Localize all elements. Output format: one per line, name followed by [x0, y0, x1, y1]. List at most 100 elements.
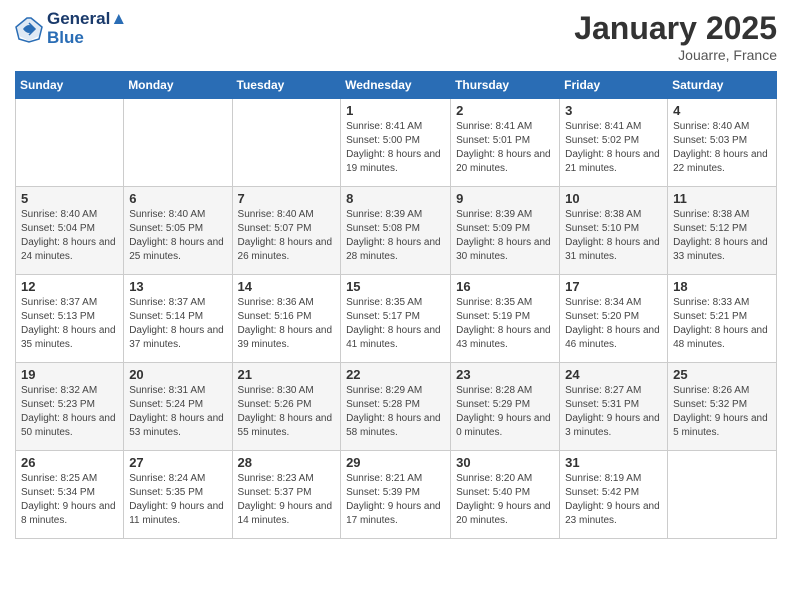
weekday-header-row: SundayMondayTuesdayWednesdayThursdayFrid… [16, 72, 777, 99]
calendar-cell: 6 Sunrise: 8:40 AM Sunset: 5:05 PM Daylig… [124, 187, 232, 275]
day-number: 29 [346, 455, 445, 470]
calendar-container: General▲ Blue January 2025 Jouarre, Fran… [0, 0, 792, 549]
day-number: 4 [673, 103, 771, 118]
calendar-cell: 8 Sunrise: 8:39 AM Sunset: 5:08 PM Daylig… [341, 187, 451, 275]
day-number: 7 [238, 191, 336, 206]
day-info: Sunrise: 8:24 AM Sunset: 5:35 PM Dayligh… [129, 472, 226, 528]
calendar-cell: 25 Sunrise: 8:26 AM Sunset: 5:32 PM Dayli… [668, 363, 777, 451]
day-number: 10 [565, 191, 662, 206]
day-number: 17 [565, 279, 662, 294]
day-info: Sunrise: 8:26 AM Sunset: 5:32 PM Dayligh… [673, 384, 771, 440]
calendar-cell: 17 Sunrise: 8:34 AM Sunset: 5:20 PM Dayli… [560, 275, 668, 363]
calendar-cell: 14 Sunrise: 8:36 AM Sunset: 5:16 PM Dayli… [232, 275, 341, 363]
calendar-cell [668, 451, 777, 539]
calendar-cell: 13Sunrise: 8:37 AM Sunset: 5:14 PM Dayli… [124, 275, 232, 363]
calendar-cell: 15 Sunrise: 8:35 AM Sunset: 5:17 PM Dayli… [341, 275, 451, 363]
calendar-week-row: 5Sunrise: 8:40 AM Sunset: 5:04 PM Daylig… [16, 187, 777, 275]
calendar-cell [16, 99, 124, 187]
day-info: Sunrise: 8:39 AM Sunset: 5:09 PM Dayligh… [456, 208, 554, 264]
calendar-cell: 1 Sunrise: 8:41 AM Sunset: 5:00 PM Daylig… [341, 99, 451, 187]
day-info: Sunrise: 8:28 AM Sunset: 5:29 PM Dayligh… [456, 384, 554, 440]
day-number: 28 [238, 455, 336, 470]
day-number: 15 [346, 279, 445, 294]
calendar-cell [124, 99, 232, 187]
day-info: Sunrise: 8:38 AM Sunset: 5:10 PM Dayligh… [565, 208, 662, 264]
calendar-cell: 21 Sunrise: 8:30 AM Sunset: 5:26 PM Dayli… [232, 363, 341, 451]
calendar-week-row: 19 Sunrise: 8:32 AM Sunset: 5:23 PM Dayli… [16, 363, 777, 451]
day-number: 12 [21, 279, 118, 294]
day-number: 2 [456, 103, 554, 118]
weekday-header: Thursday [451, 72, 560, 99]
calendar-week-row: 12 Sunrise: 8:37 AM Sunset: 5:13 PM Dayli… [16, 275, 777, 363]
day-number: 27 [129, 455, 226, 470]
logo-text: General▲ Blue [47, 10, 127, 47]
day-info: Sunrise: 8:20 AM Sunset: 5:40 PM Dayligh… [456, 472, 554, 528]
calendar-cell: 11 Sunrise: 8:38 AM Sunset: 5:12 PM Dayli… [668, 187, 777, 275]
day-info: Sunrise: 8:36 AM Sunset: 5:16 PM Dayligh… [238, 296, 336, 352]
calendar-cell: 22Sunrise: 8:29 AM Sunset: 5:28 PM Dayli… [341, 363, 451, 451]
day-info: Sunrise: 8:32 AM Sunset: 5:23 PM Dayligh… [21, 384, 118, 440]
calendar-week-row: 1 Sunrise: 8:41 AM Sunset: 5:00 PM Daylig… [16, 99, 777, 187]
day-info: Sunrise: 8:19 AM Sunset: 5:42 PM Dayligh… [565, 472, 662, 528]
calendar-cell: 12 Sunrise: 8:37 AM Sunset: 5:13 PM Dayli… [16, 275, 124, 363]
day-number: 14 [238, 279, 336, 294]
day-number: 19 [21, 367, 118, 382]
weekday-header: Monday [124, 72, 232, 99]
calendar-cell: 23 Sunrise: 8:28 AM Sunset: 5:29 PM Dayli… [451, 363, 560, 451]
calendar-cell: 29 Sunrise: 8:21 AM Sunset: 5:39 PM Dayli… [341, 451, 451, 539]
location: Jouarre, France [574, 47, 777, 63]
calendar-cell: 18 Sunrise: 8:33 AM Sunset: 5:21 PM Dayli… [668, 275, 777, 363]
day-number: 23 [456, 367, 554, 382]
day-info: Sunrise: 8:25 AM Sunset: 5:34 PM Dayligh… [21, 472, 118, 528]
calendar-cell: 10 Sunrise: 8:38 AM Sunset: 5:10 PM Dayli… [560, 187, 668, 275]
day-info: Sunrise: 8:27 AM Sunset: 5:31 PM Dayligh… [565, 384, 662, 440]
calendar-cell: 20Sunrise: 8:31 AM Sunset: 5:24 PM Dayli… [124, 363, 232, 451]
calendar-cell: 24 Sunrise: 8:27 AM Sunset: 5:31 PM Dayli… [560, 363, 668, 451]
day-number: 24 [565, 367, 662, 382]
day-info: Sunrise: 8:37 AM Sunset: 5:13 PM Dayligh… [21, 296, 118, 352]
calendar-cell: 19 Sunrise: 8:32 AM Sunset: 5:23 PM Dayli… [16, 363, 124, 451]
day-number: 11 [673, 191, 771, 206]
calendar-cell: 30 Sunrise: 8:20 AM Sunset: 5:40 PM Dayli… [451, 451, 560, 539]
day-info: Sunrise: 8:35 AM Sunset: 5:17 PM Dayligh… [346, 296, 445, 352]
month-title: January 2025 [574, 10, 777, 47]
day-info: Sunrise: 8:41 AM Sunset: 5:00 PM Dayligh… [346, 120, 445, 176]
day-info: Sunrise: 8:41 AM Sunset: 5:01 PM Dayligh… [456, 120, 554, 176]
day-number: 18 [673, 279, 771, 294]
calendar-cell: 2 Sunrise: 8:41 AM Sunset: 5:01 PM Daylig… [451, 99, 560, 187]
calendar-cell: 16 Sunrise: 8:35 AM Sunset: 5:19 PM Dayli… [451, 275, 560, 363]
day-info: Sunrise: 8:38 AM Sunset: 5:12 PM Dayligh… [673, 208, 771, 264]
logo: General▲ Blue [15, 10, 127, 47]
day-info: Sunrise: 8:34 AM Sunset: 5:20 PM Dayligh… [565, 296, 662, 352]
logo-icon [15, 15, 43, 43]
day-number: 21 [238, 367, 336, 382]
header: General▲ Blue January 2025 Jouarre, Fran… [15, 10, 777, 63]
calendar-cell: 4Sunrise: 8:40 AM Sunset: 5:03 PM Daylig… [668, 99, 777, 187]
day-number: 8 [346, 191, 445, 206]
day-number: 26 [21, 455, 118, 470]
day-info: Sunrise: 8:40 AM Sunset: 5:05 PM Dayligh… [129, 208, 226, 264]
day-number: 9 [456, 191, 554, 206]
day-info: Sunrise: 8:33 AM Sunset: 5:21 PM Dayligh… [673, 296, 771, 352]
day-info: Sunrise: 8:41 AM Sunset: 5:02 PM Dayligh… [565, 120, 662, 176]
day-info: Sunrise: 8:23 AM Sunset: 5:37 PM Dayligh… [238, 472, 336, 528]
day-info: Sunrise: 8:40 AM Sunset: 5:04 PM Dayligh… [21, 208, 118, 264]
day-number: 31 [565, 455, 662, 470]
day-number: 1 [346, 103, 445, 118]
calendar-cell: 26 Sunrise: 8:25 AM Sunset: 5:34 PM Dayli… [16, 451, 124, 539]
day-info: Sunrise: 8:35 AM Sunset: 5:19 PM Dayligh… [456, 296, 554, 352]
day-info: Sunrise: 8:39 AM Sunset: 5:08 PM Dayligh… [346, 208, 445, 264]
day-number: 25 [673, 367, 771, 382]
day-number: 30 [456, 455, 554, 470]
day-info: Sunrise: 8:21 AM Sunset: 5:39 PM Dayligh… [346, 472, 445, 528]
day-number: 16 [456, 279, 554, 294]
day-info: Sunrise: 8:30 AM Sunset: 5:26 PM Dayligh… [238, 384, 336, 440]
calendar-week-row: 26 Sunrise: 8:25 AM Sunset: 5:34 PM Dayli… [16, 451, 777, 539]
weekday-header: Saturday [668, 72, 777, 99]
weekday-header: Wednesday [341, 72, 451, 99]
day-number: 22 [346, 367, 445, 382]
weekday-header: Friday [560, 72, 668, 99]
calendar-cell: 7Sunrise: 8:40 AM Sunset: 5:07 PM Daylig… [232, 187, 341, 275]
day-info: Sunrise: 8:37 AM Sunset: 5:14 PM Dayligh… [129, 296, 226, 352]
day-number: 6 [129, 191, 226, 206]
